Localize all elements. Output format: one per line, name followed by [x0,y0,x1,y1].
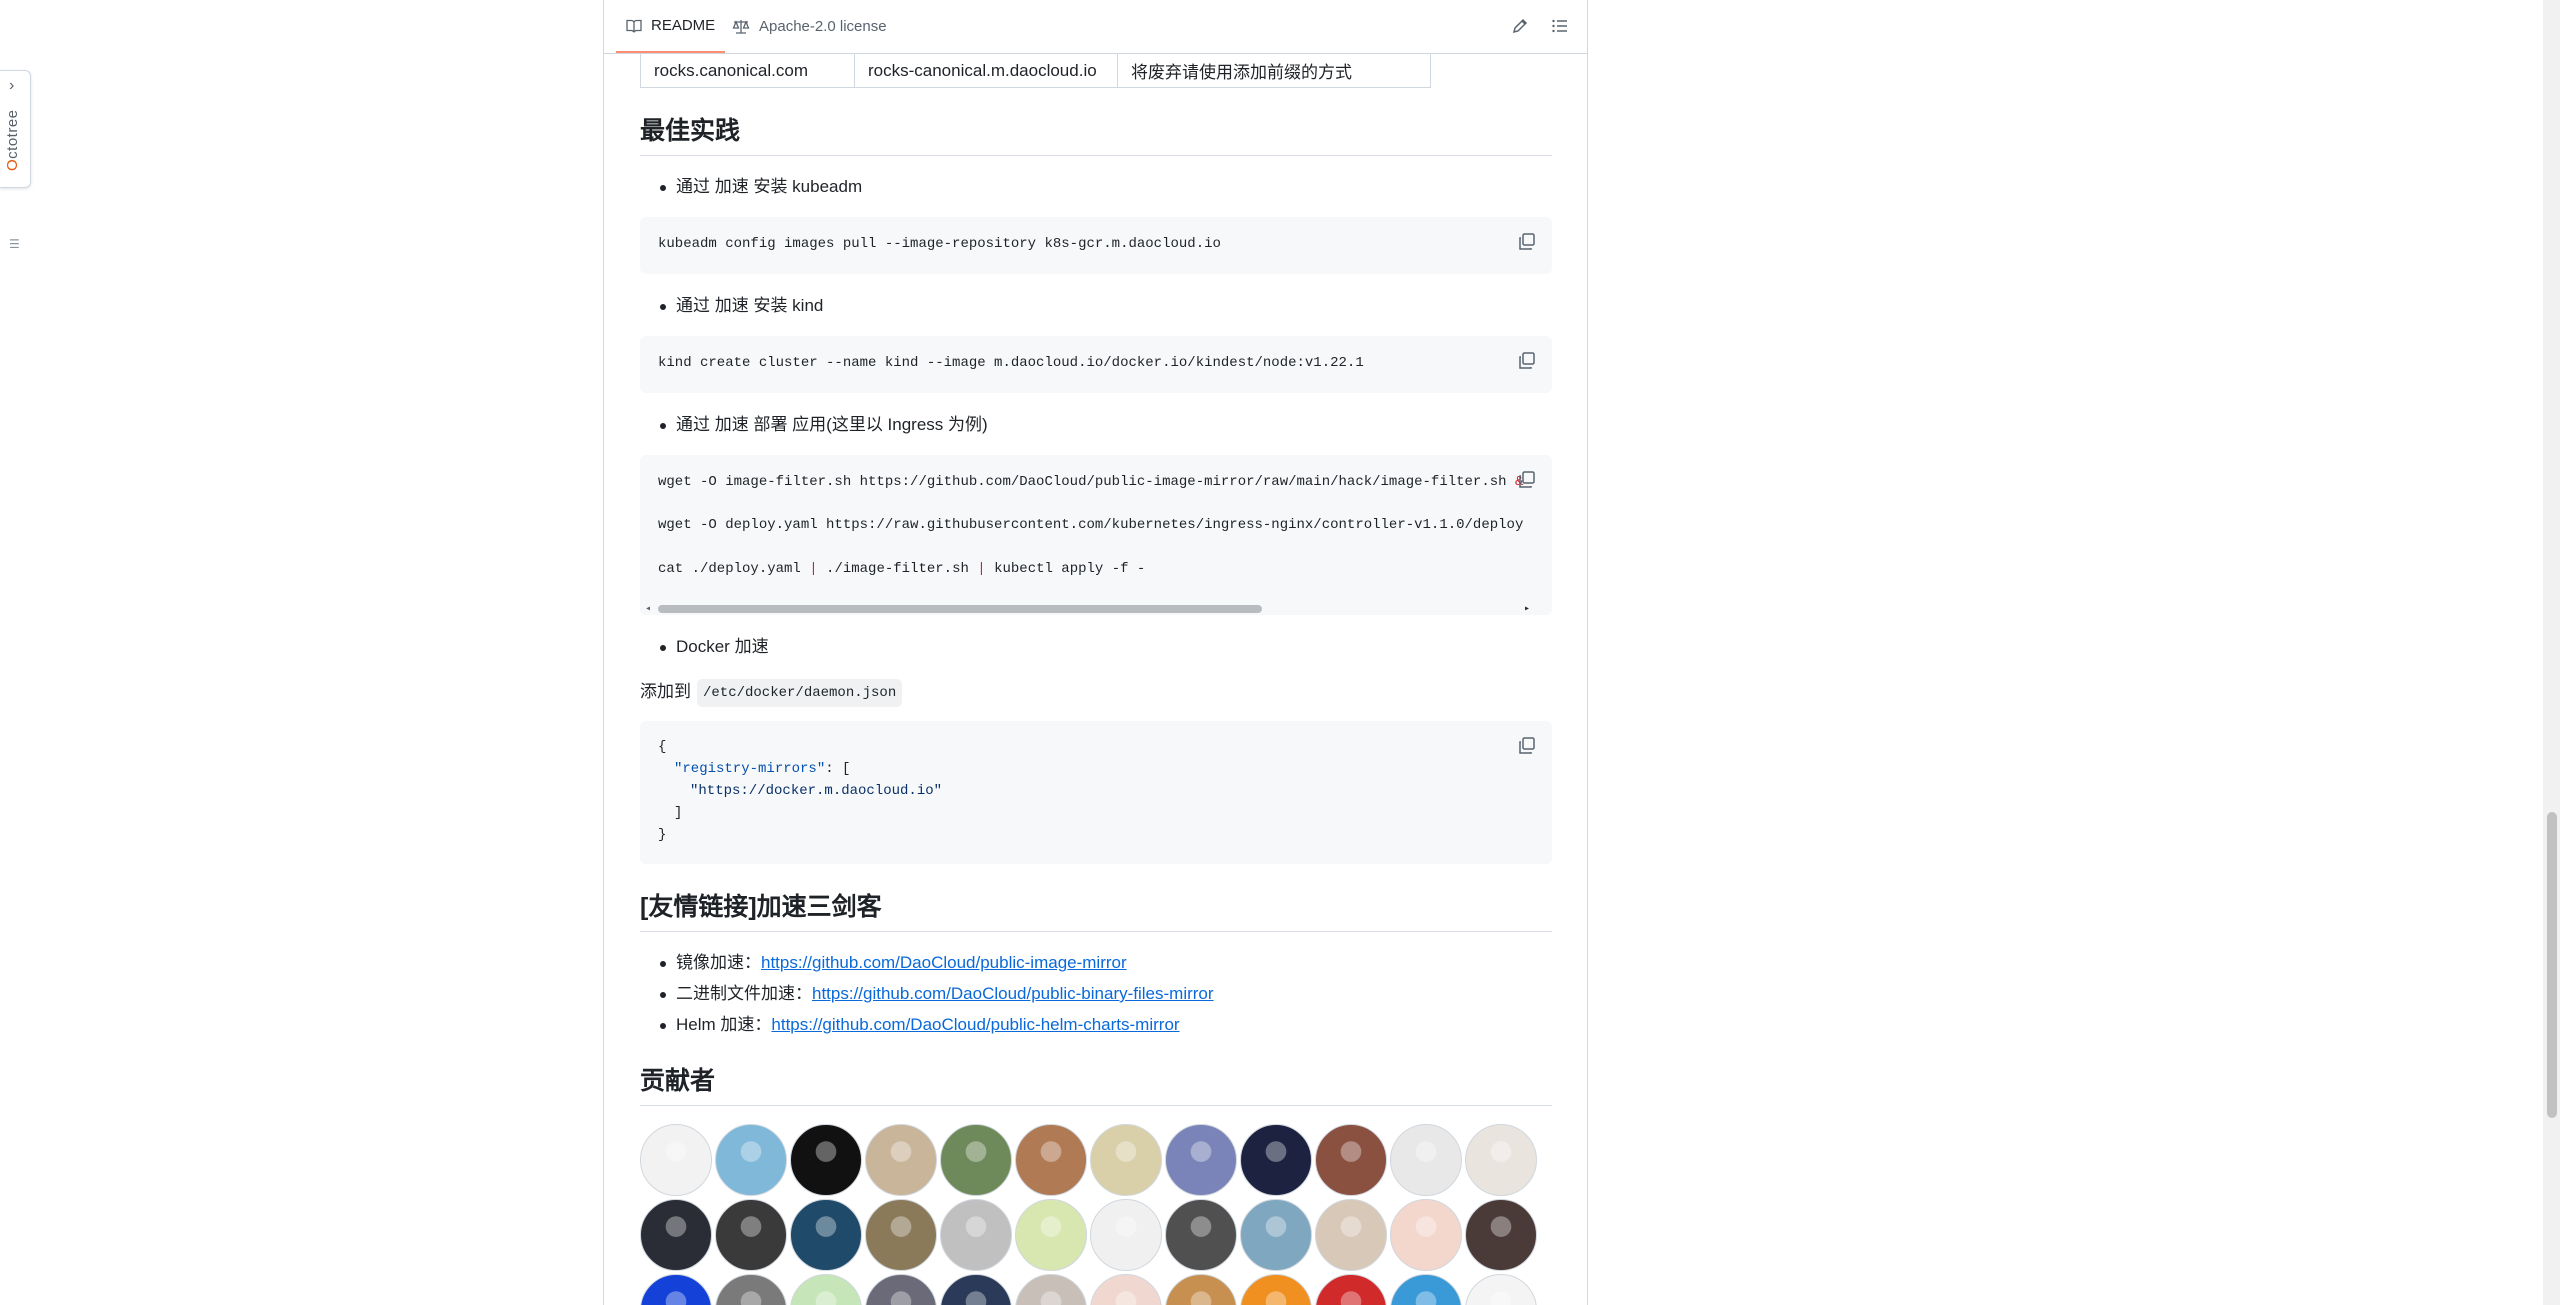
table-cell: rocks.canonical.com [640,53,855,88]
contributor-avatar[interactable] [1165,1199,1237,1271]
contributor-avatar[interactable] [1015,1124,1087,1196]
contributor-avatar[interactable] [1240,1274,1312,1305]
page-scrollbar[interactable] [2543,0,2560,1305]
contributor-avatar[interactable] [1315,1199,1387,1271]
pencil-icon[interactable] [1509,15,1531,37]
tab-license-label: Apache-2.0 license [759,18,887,35]
contributor-avatar[interactable] [790,1124,862,1196]
contributor-avatar[interactable] [790,1274,862,1305]
add-to-paragraph: 添加到/etc/docker/daemon.json [640,679,903,707]
grip-icon: ☰ [9,237,20,251]
link-public-binary-files-mirror[interactable]: https://github.com/DaoCloud/public-binar… [812,984,1214,1003]
tab-readme[interactable]: README [616,0,726,53]
contributor-avatar[interactable] [1240,1199,1312,1271]
deploy-label: 通过 加速 部署 应用(这里以 Ingress 为例) [676,415,988,434]
contributor-avatar[interactable] [1465,1274,1537,1305]
copy-icon[interactable] [1516,231,1538,253]
contributor-avatar[interactable] [1315,1124,1387,1196]
contributor-avatar[interactable] [865,1199,937,1271]
contributor-avatar[interactable] [790,1199,862,1271]
code-line: ] [674,805,683,821]
scrollbar-thumb[interactable] [658,605,1262,613]
copy-icon[interactable] [1516,350,1538,372]
contributor-avatar[interactable] [1090,1124,1162,1196]
table-row: rocks.canonical.com rocks-canonical.m.da… [640,53,1431,88]
contributor-avatar[interactable] [1165,1124,1237,1196]
list-icon[interactable] [1549,15,1571,37]
contributor-avatar[interactable] [940,1124,1012,1196]
contributor-avatar[interactable] [1015,1199,1087,1271]
code-line: wget -O deploy.yaml https://raw.githubus… [658,517,1524,533]
code-line: "registry-mirrors": [ [674,761,851,777]
contributor-avatar[interactable] [865,1274,937,1305]
scroll-right-icon[interactable]: ▸ [1524,603,1530,615]
contributor-avatar[interactable] [1465,1199,1537,1271]
contributor-avatar[interactable] [715,1199,787,1271]
link-label: Helm 加速： [676,1015,772,1034]
contributors-grid [640,1124,1552,1305]
page-scrollbar-thumb[interactable] [2547,812,2557,1118]
contributor-avatar[interactable] [940,1274,1012,1305]
code-block-daemon-json: { "registry-mirrors": [ "https://docker.… [640,721,1552,864]
link-label: 二进制文件加速： [676,984,812,1003]
contributor-avatar[interactable] [865,1124,937,1196]
code-block-kind: kind create cluster --name kind --image … [640,336,1552,393]
book-icon [626,19,642,32]
code-line: cat ./deploy.yaml | ./image-filter.sh | … [658,561,1146,577]
contributor-avatar[interactable] [1240,1124,1312,1196]
contributor-avatar[interactable] [1390,1274,1462,1305]
best-practice-heading: 最佳实践 [640,116,1552,156]
contributor-avatar[interactable] [640,1124,712,1196]
code-line: wget -O image-filter.sh https://github.c… [658,474,1524,490]
contributor-avatar[interactable] [1090,1199,1162,1271]
contributor-avatar[interactable] [715,1124,787,1196]
contributor-avatar[interactable] [940,1199,1012,1271]
mirror-table: rocks.canonical.com rocks-canonical.m.da… [640,53,1431,88]
octotree-toggle[interactable]: › Octotree ☰ [0,70,31,251]
table-cell: 将废弃请使用添加前缀的方式 [1117,53,1431,88]
contributor-avatar[interactable] [1090,1274,1162,1305]
kind-label: 通过 加速 安装 kind [676,296,824,315]
add-to-text: 添加到 [640,682,691,701]
code-block-deploy: wget -O image-filter.sh https://github.c… [640,455,1552,615]
code-scrollbar[interactable]: ◂ ▸ [640,601,1552,615]
contributors-heading: 贡献者 [640,1066,1552,1106]
octotree-label: Octotree [4,109,21,171]
contributor-avatar[interactable] [640,1274,712,1305]
contributor-avatar[interactable] [715,1274,787,1305]
daemon-path-code: /etc/docker/daemon.json [697,679,903,707]
table-cell: rocks-canonical.m.daocloud.io [854,53,1118,88]
scroll-left-icon[interactable]: ◂ [645,603,651,615]
link-public-helm-charts-mirror[interactable]: https://github.com/DaoCloud/public-helm-… [771,1015,1179,1034]
contributor-avatar[interactable] [1390,1124,1462,1196]
readme-panel: README Apache-2.0 license rocks.canonica… [603,0,1588,1305]
copy-icon[interactable] [1516,735,1538,757]
contributor-avatar[interactable] [640,1199,712,1271]
contributor-avatar[interactable] [1315,1274,1387,1305]
docker-label: Docker 加速 [676,637,769,656]
copy-icon[interactable] [1516,469,1538,491]
link-label: 镜像加速： [676,953,761,972]
contributor-avatar[interactable] [1465,1124,1537,1196]
code-line: } [658,827,667,843]
law-icon [732,19,750,34]
readme-header: README Apache-2.0 license [604,0,1587,54]
chevron-right-icon: › [9,77,15,94]
code-line: "https://docker.m.daocloud.io" [690,783,943,799]
contributor-avatar[interactable] [1015,1274,1087,1305]
tab-readme-label: README [651,17,716,34]
code-line: kubeadm config images pull --image-repos… [658,236,1221,252]
kubeadm-label: 通过 加速 安装 kubeadm [676,177,863,196]
tab-license[interactable]: Apache-2.0 license [732,0,887,53]
contributor-avatar[interactable] [1165,1274,1237,1305]
contributor-avatar[interactable] [1390,1199,1462,1271]
code-block-kubeadm: kubeadm config images pull --image-repos… [640,217,1552,274]
code-line: { [658,739,667,755]
code-line: kind create cluster --name kind --image … [658,355,1364,371]
friend-links-heading: [友情链接]加速三剑客 [640,892,1552,932]
link-public-image-mirror[interactable]: https://github.com/DaoCloud/public-image… [761,953,1127,972]
